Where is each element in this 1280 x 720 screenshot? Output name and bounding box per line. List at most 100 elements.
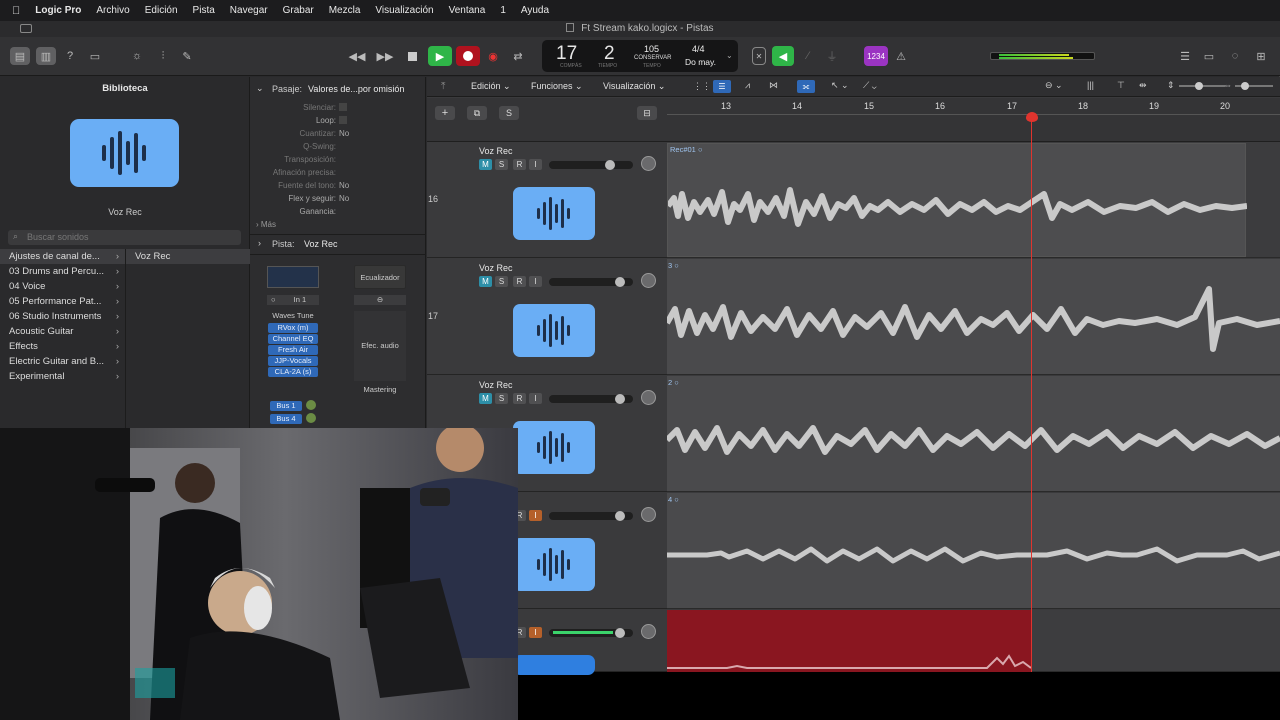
read-button[interactable]: R: [513, 393, 526, 404]
record-button[interactable]: [456, 46, 480, 66]
pan-knob[interactable]: [641, 390, 656, 405]
link-icon[interactable]: ⊖: [354, 295, 406, 305]
replace-icon[interactable]: ✕: [752, 47, 766, 65]
inspector-row-mute[interactable]: Silenciar:: [250, 101, 426, 114]
menu-visualizacion[interactable]: Visualización: [375, 5, 433, 16]
input-monitor-button[interactable]: I: [529, 627, 542, 638]
pan-knob[interactable]: [641, 507, 656, 522]
horizontal-zoom-icon[interactable]: ⇔: [1223, 80, 1232, 90]
tuner-icon[interactable]: ⁄: [800, 47, 816, 65]
brightness-icon[interactable]: ☼: [128, 47, 146, 65]
stop-button[interactable]: [402, 47, 422, 65]
forward-button[interactable]: ▶▶: [374, 47, 396, 65]
track-name[interactable]: Voz Rec: [479, 146, 513, 156]
warning-icon[interactable]: ⚠: [892, 47, 910, 65]
cycle-button[interactable]: ⇄: [508, 47, 528, 65]
pan-knob[interactable]: [641, 156, 656, 171]
inspector-row-qswing[interactable]: Q-Swing:: [250, 140, 426, 153]
menu-navegar[interactable]: Navegar: [230, 5, 268, 16]
snap-icon[interactable]: ⟗: [797, 80, 815, 93]
category-item[interactable]: Ajustes de canal de... ›: [0, 249, 125, 264]
tune-fork-icon[interactable]: ⏚: [824, 47, 840, 65]
vertical-fit-icon[interactable]: ⊤: [1117, 80, 1125, 91]
send-slot[interactable]: Bus 4: [270, 414, 302, 424]
solo-button[interactable]: S: [495, 159, 508, 170]
inspector-row-gain[interactable]: Ganancia:: [250, 205, 426, 218]
horizontal-fit-icon[interactable]: ⇹: [1139, 80, 1147, 91]
catch-playhead-icon[interactable]: ⊟: [637, 106, 657, 120]
volume-fader[interactable]: [549, 277, 633, 287]
read-button[interactable]: R: [513, 159, 526, 170]
menu-grabar[interactable]: Grabar: [283, 5, 314, 16]
plugin-slot[interactable]: RVox (m): [268, 323, 318, 333]
plugin-slot[interactable]: Channel EQ: [268, 334, 318, 344]
edit-menu[interactable]: Edición ⌄: [471, 81, 511, 92]
count-in-button[interactable]: 1234: [864, 46, 888, 66]
audio-fx-slot[interactable]: Efec. audio: [354, 311, 406, 381]
inspector-button[interactable]: ▥: [36, 47, 56, 65]
input-monitor-button[interactable]: I: [529, 159, 542, 170]
inspector-row-pitch-source[interactable]: Fuente del tono: No: [250, 179, 426, 192]
category-item[interactable]: 03 Drums and Percu... ›: [0, 264, 125, 279]
menu-mezcla[interactable]: Mezcla: [329, 5, 361, 16]
track-lane[interactable]: 3 ○: [667, 259, 1280, 375]
pan-knob[interactable]: [641, 624, 656, 639]
pointer-tool-icon[interactable]: ↖ ⌄: [831, 80, 849, 91]
mute-button[interactable]: M: [479, 159, 492, 170]
pencil-tool-icon[interactable]: ⟋ ⌄: [863, 80, 877, 91]
capture-record-icon[interactable]: ◉: [484, 47, 502, 65]
playhead-handle[interactable]: [1026, 112, 1038, 122]
volume-fader[interactable]: [549, 511, 633, 521]
rewind-button[interactable]: ◀◀: [346, 47, 368, 65]
plugin-slot[interactable]: JJP-Vocals: [268, 356, 318, 366]
back-icon[interactable]: ⤒: [441, 81, 445, 92]
send-knob[interactable]: [306, 400, 316, 410]
list-editors-icon[interactable]: ☰: [1176, 47, 1194, 65]
category-item[interactable]: 04 Voice ›: [0, 279, 125, 294]
vertical-zoom-icon[interactable]: ⇕: [1167, 80, 1175, 91]
send-knob[interactable]: [306, 413, 316, 423]
loop-browser-icon[interactable]: ◌: [1226, 47, 1244, 65]
track-name[interactable]: Voz Rec: [479, 263, 513, 273]
inspector-row-quantize[interactable]: Cuantizar: No: [250, 127, 426, 140]
track-header[interactable]: Voz Rec M S R I 17: [427, 259, 667, 375]
waveform-zoom-icon[interactable]: |||: [1087, 80, 1094, 90]
lcd-chevron-icon[interactable]: ⌄: [726, 51, 733, 60]
eq-button[interactable]: Ecualizador: [354, 265, 406, 289]
volume-fader[interactable]: [549, 394, 633, 404]
track-lane[interactable]: 4 ○: [667, 493, 1280, 609]
editor-icon[interactable]: ✎: [178, 47, 196, 65]
audio-region[interactable]: Rec#01 ○: [667, 143, 1247, 257]
mute-button[interactable]: M: [479, 276, 492, 287]
play-button[interactable]: ▶: [428, 46, 452, 66]
inspector-row-flex[interactable]: Flex y seguir: No: [250, 192, 426, 205]
library-button[interactable]: ▤: [10, 47, 30, 65]
category-item[interactable]: Experimental ›: [0, 369, 125, 384]
read-button[interactable]: R: [513, 276, 526, 287]
solo-button[interactable]: S: [495, 393, 508, 404]
input-slot[interactable]: ○ In 1: [267, 295, 319, 305]
track-lane[interactable]: [667, 610, 1280, 672]
lcd-display[interactable]: 17 2 COMPÁS TIEMPO 105 CONSERVAR TEMPO 4…: [542, 40, 738, 72]
recording-region[interactable]: [667, 610, 1031, 672]
input-monitor-button[interactable]: I: [529, 276, 542, 287]
functions-menu[interactable]: Funciones ⌄: [531, 81, 583, 92]
category-item[interactable]: Electric Guitar and B... ›: [0, 354, 125, 369]
horizontal-zoom-thumb[interactable]: [1241, 82, 1249, 90]
menu-edicion[interactable]: Edición: [145, 5, 178, 16]
menu-ventana[interactable]: Ventana: [449, 5, 486, 16]
inspector-row-transpose[interactable]: Transposición:: [250, 153, 426, 166]
category-item[interactable]: Effects ›: [0, 339, 125, 354]
region-disclosure[interactable]: ⌄: [256, 83, 264, 94]
global-solo-button[interactable]: S: [499, 106, 519, 120]
view-menu[interactable]: Visualización ⌄: [603, 81, 665, 92]
track-disclosure[interactable]: ›: [258, 238, 261, 248]
plugin-slot[interactable]: CLA-2A (s): [268, 367, 318, 377]
send-slot[interactable]: Bus 1: [270, 401, 302, 411]
input-monitor-button[interactable]: I: [529, 393, 542, 404]
menu-ayuda[interactable]: Ayuda: [521, 5, 549, 16]
mastering-slot[interactable]: Mastering: [354, 383, 406, 397]
list-view-icon[interactable]: ☰: [713, 80, 731, 93]
plugin-slot[interactable]: Fresh Air: [268, 345, 318, 355]
category-item[interactable]: Acoustic Guitar ›: [0, 324, 125, 339]
